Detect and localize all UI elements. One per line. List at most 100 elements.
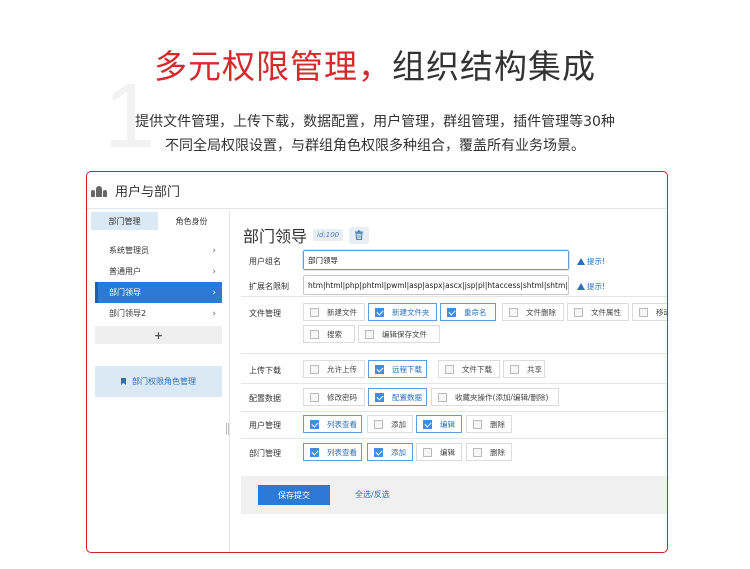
perm-new-folder[interactable]: 新建文件夹: [368, 303, 437, 321]
checkbox-icon: [445, 364, 454, 374]
perm-label: 新建文件: [327, 307, 357, 317]
section-label-config: 配置数据: [249, 394, 281, 403]
perm-dept-add[interactable]: 添加: [367, 443, 413, 461]
headline-red: 多元权限管理，: [154, 47, 392, 86]
perm-search[interactable]: 搜索: [303, 325, 355, 343]
sidebar-item-normal-user[interactable]: 普通用户 ›: [95, 261, 222, 282]
checkbox-icon: [374, 419, 383, 429]
sidebar-item-system-admin[interactable]: 系统管理员 ›: [95, 240, 222, 261]
checkbox-icon: [510, 364, 519, 374]
ext-limit-input[interactable]: htm|html|php|phtml|pwml|asp|aspx|ascx|js…: [303, 275, 569, 295]
page-header: 部门领导 id:100: [243, 223, 370, 247]
perm-user-edit[interactable]: 编辑: [416, 415, 462, 433]
section-label-departments: 部门管理: [249, 449, 281, 458]
section-label-file: 文件管理: [249, 309, 281, 318]
perm-remote-download[interactable]: 远程下载: [368, 360, 427, 378]
checkbox-icon: [365, 329, 374, 339]
checkbox-icon: [310, 329, 319, 339]
perm-label: 收藏夹操作(添加/编辑/删除): [455, 392, 549, 402]
users-icon: [91, 183, 107, 197]
checkbox-icon: [310, 392, 319, 402]
perm-label: 远程下载: [392, 364, 422, 374]
divider: [241, 353, 667, 354]
perm-label: 添加: [391, 419, 406, 429]
perm-move[interactable]: 移动: [632, 303, 667, 321]
perm-label: 允许上传: [327, 364, 357, 374]
perm-config-data[interactable]: 配置数据: [368, 388, 427, 406]
window-titlebar: 用户与部门: [87, 172, 667, 209]
resize-handle[interactable]: [226, 423, 229, 435]
select-all-toggle-link[interactable]: 全选/反选: [355, 489, 390, 500]
perm-dept-edit[interactable]: 编辑: [416, 443, 462, 461]
sidebar-item-label: 部门领导2: [109, 309, 147, 318]
checkbox-icon: [374, 447, 383, 457]
perm-new-file[interactable]: 新建文件: [303, 303, 365, 321]
perm-label: 文件删除: [526, 307, 556, 317]
perm-file-download[interactable]: 文件下载: [438, 360, 500, 378]
perm-change-password[interactable]: 修改密码: [303, 388, 365, 406]
sidebar-item-dept-leader[interactable]: 部门领导 ›: [95, 282, 222, 303]
save-button[interactable]: 保存提交: [258, 485, 330, 505]
perm-file-delete[interactable]: 文件删除: [502, 303, 564, 321]
checkbox-icon: [509, 307, 518, 317]
sidebar-tabs: 部门管理 角色身份: [91, 212, 225, 230]
tab-department-manage[interactable]: 部门管理: [91, 212, 158, 230]
checkbox-icon: [310, 447, 319, 457]
checkbox-icon: [310, 419, 319, 429]
window-title: 用户与部门: [115, 184, 181, 200]
group-list: 系统管理员 › 普通用户 › 部门领导 › 部门领导2 › +: [87, 240, 229, 344]
perm-label: 文件属性: [591, 307, 621, 317]
delete-group-button[interactable]: [349, 226, 370, 244]
perm-dept-list[interactable]: 列表查看: [303, 443, 362, 461]
checkbox-icon: [447, 307, 456, 317]
bookmark-icon: [121, 378, 126, 385]
checkbox-icon: [423, 447, 432, 457]
id-badge: id:100: [313, 229, 344, 241]
perm-user-add[interactable]: 添加: [367, 415, 413, 433]
perm-label: 共享: [527, 364, 542, 374]
divider: [241, 383, 667, 384]
perm-dept-delete[interactable]: 删除: [466, 443, 512, 461]
perm-rename[interactable]: 重命名: [440, 303, 496, 321]
group-name-input[interactable]: 部门领导: [303, 250, 569, 270]
hint-link-name[interactable]: 提示!: [577, 256, 605, 267]
perm-user-delete[interactable]: 删除: [466, 415, 512, 433]
chevron-right-icon: ›: [212, 287, 216, 298]
warning-icon: [577, 258, 585, 265]
headline-dark: 组织结构集成: [392, 47, 596, 86]
perm-label: 编辑: [440, 419, 455, 429]
dept-role-manage-label: 部门权限角色管理: [132, 377, 196, 386]
divider: [241, 296, 667, 297]
sidebar-item-label: 部门领导: [109, 288, 141, 297]
sidebar-item-label: 普通用户: [109, 267, 141, 276]
perm-user-list[interactable]: 列表查看: [303, 415, 362, 433]
perm-file-props[interactable]: 文件属性: [567, 303, 629, 321]
sidebar-item-dept-leader-2[interactable]: 部门领导2 ›: [95, 303, 222, 324]
perm-favorites[interactable]: 收藏夹操作(添加/编辑/删除): [431, 388, 559, 406]
headline: 多元权限管理，组织结构集成: [0, 40, 750, 88]
checkbox-icon: [310, 307, 319, 317]
hint-label: 提示!: [587, 282, 606, 291]
group-name-label: 用户组名: [249, 257, 281, 266]
main-panel: 部门领导 id:100 用户组名 部门领导 提示! 扩展名限制 htm|html…: [241, 210, 667, 552]
section-label-users: 用户管理: [249, 421, 281, 430]
perm-share[interactable]: 共享: [503, 360, 545, 378]
perm-label: 列表查看: [327, 447, 357, 457]
app-window: 用户与部门 部门管理 角色身份 系统管理员 › 普通用户 › 部门领导 › 部门…: [86, 171, 668, 553]
tab-role-identity[interactable]: 角色身份: [158, 212, 225, 230]
checkbox-icon: [375, 392, 384, 402]
chevron-right-icon: ›: [212, 308, 216, 319]
dept-role-manage-button[interactable]: 部门权限角色管理: [95, 366, 222, 397]
perm-label: 搜索: [327, 329, 342, 339]
perm-label: 移动: [656, 307, 667, 317]
hint-label: 提示!: [587, 257, 606, 266]
hint-link-ext[interactable]: 提示!: [577, 281, 605, 292]
perm-label: 添加: [391, 447, 406, 457]
perm-allow-upload[interactable]: 允许上传: [303, 360, 365, 378]
subtitle-line2: 不同全局权限设置，与群组角色权限多种组合，覆盖所有业务场景。: [165, 138, 585, 154]
checkbox-icon: [423, 419, 432, 429]
perm-edit-save[interactable]: 编辑保存文件: [358, 325, 440, 343]
perm-label: 新建文件夹: [392, 307, 430, 317]
add-group-button[interactable]: +: [95, 326, 222, 344]
perm-label: 编辑保存文件: [382, 329, 427, 339]
